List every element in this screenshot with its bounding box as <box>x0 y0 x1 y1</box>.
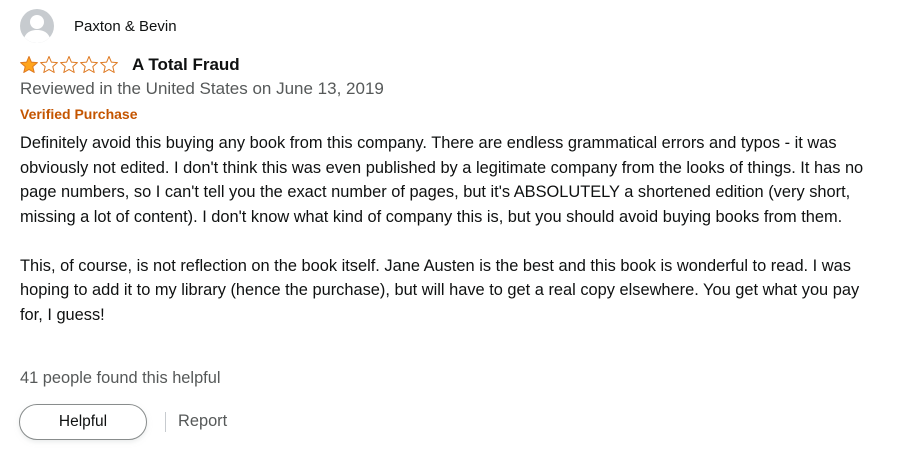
star-empty-icon <box>80 56 98 73</box>
star-empty-icon <box>100 56 118 73</box>
star-filled-icon <box>20 56 38 73</box>
review-paragraph: This, of course, is not reflection on th… <box>20 256 860 324</box>
report-link[interactable]: Report <box>178 412 227 431</box>
review-title-row: A Total Fraud <box>19 53 240 77</box>
helpful-vote-count: 41 people found this helpful <box>20 369 221 387</box>
user-silhouette-icon <box>23 15 51 43</box>
helpful-button[interactable]: Helpful <box>19 403 147 440</box>
verified-purchase-badge[interactable]: Verified Purchase <box>20 106 138 122</box>
customer-review: Paxton & Bevin A Total Fraud Reviewed in… <box>0 0 902 452</box>
reviewer-name[interactable]: Paxton & Bevin <box>74 18 177 35</box>
avatar[interactable] <box>20 9 54 43</box>
review-body: Definitely avoid this buying any book fr… <box>20 131 886 327</box>
review-actions: Helpful Report <box>19 403 227 440</box>
review-title[interactable]: A Total Fraud <box>132 55 240 75</box>
star-rating[interactable] <box>19 53 119 77</box>
review-date: Reviewed in the United States on June 13… <box>20 79 384 98</box>
star-empty-icon <box>40 56 58 73</box>
review-paragraph: Definitely avoid this buying any book fr… <box>20 134 864 226</box>
action-divider <box>165 411 166 432</box>
star-empty-icon <box>60 56 78 73</box>
reviewer-profile[interactable]: Paxton & Bevin <box>20 6 177 46</box>
